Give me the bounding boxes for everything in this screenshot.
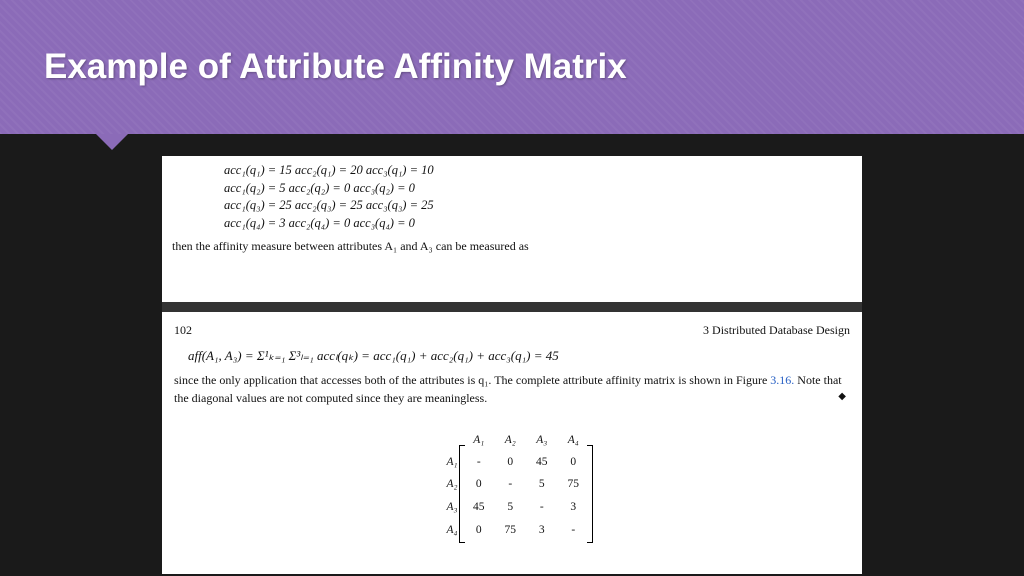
matrix-cell: 0 [558,451,590,474]
matrix-cell: - [558,519,590,542]
matrix-cell: - [526,496,558,519]
chapter-title: 3 Distributed Database Design [703,322,850,339]
page-number: 102 [174,322,192,339]
access-frequencies: acc₁(q₁) = 15 acc₂(q₁) = 20 acc₃(q₁) = 1… [172,162,852,232]
affinity-formula: aff(A₁, A₃) = Σ¹ₖ₌₁ Σ³ₗ₌₁ accₗ(qₖ) = acc… [172,341,852,372]
matrix-cell: 5 [526,473,558,496]
matrix-cell: - [495,473,527,496]
matrix-cell: 3 [526,519,558,542]
matrix-cell: 3 [558,496,590,519]
explanation-paragraph: since the only application that accesses… [172,372,852,407]
acc-row: acc₁(q₁) = 15 acc₂(q₁) = 20 acc₃(q₁) = 1… [224,162,852,180]
page-header-row: 102 3 Distributed Database Design [172,318,852,341]
end-mark-icon: ◆ [838,390,846,405]
matrix-cell: 0 [495,451,527,474]
para-part1: since the only application that accesses… [174,373,770,387]
matrix-cell: - [463,451,495,474]
excerpt-page-1: acc₁(q₁) = 15 acc₂(q₁) = 20 acc₃(q₁) = 1… [162,156,862,302]
affinity-intro-text: then the affinity measure between attrib… [172,238,852,255]
matrix-cell: 0 [463,473,495,496]
matrix-cell: 0 [463,519,495,542]
page-gap [162,302,862,312]
matrix-cell: 45 [463,496,495,519]
slide-header: Example of Attribute Affinity Matrix [0,0,1024,134]
matrix-cell: 5 [495,496,527,519]
affinity-matrix: A₁ A₂ A₃ A₄ A₁ - 0 45 0 A₂ 0 - 5 7 [172,425,852,545]
figure-reference: 3.16. [770,373,794,387]
matrix-cell: 45 [526,451,558,474]
matrix-cell: 75 [558,473,590,496]
acc-row: acc₁(q₂) = 5 acc₂(q₂) = 0 acc₃(q₂) = 0 [224,180,852,198]
matrix-col-header: A₃ [526,429,558,451]
slide-title: Example of Attribute Affinity Matrix [44,47,627,87]
acc-row: acc₁(q₄) = 3 acc₂(q₄) = 0 acc₃(q₄) = 0 [224,215,852,233]
matrix-col-header: A₂ [495,429,527,451]
matrix-col-header: A₄ [558,429,590,451]
acc-row: acc₁(q₃) = 25 acc₂(q₃) = 25 acc₃(q₃) = 2… [224,197,852,215]
matrix-col-header: A₁ [463,429,495,451]
excerpt-page-2: 102 3 Distributed Database Design aff(A₁… [162,312,862,574]
matrix-cell: 75 [495,519,527,542]
